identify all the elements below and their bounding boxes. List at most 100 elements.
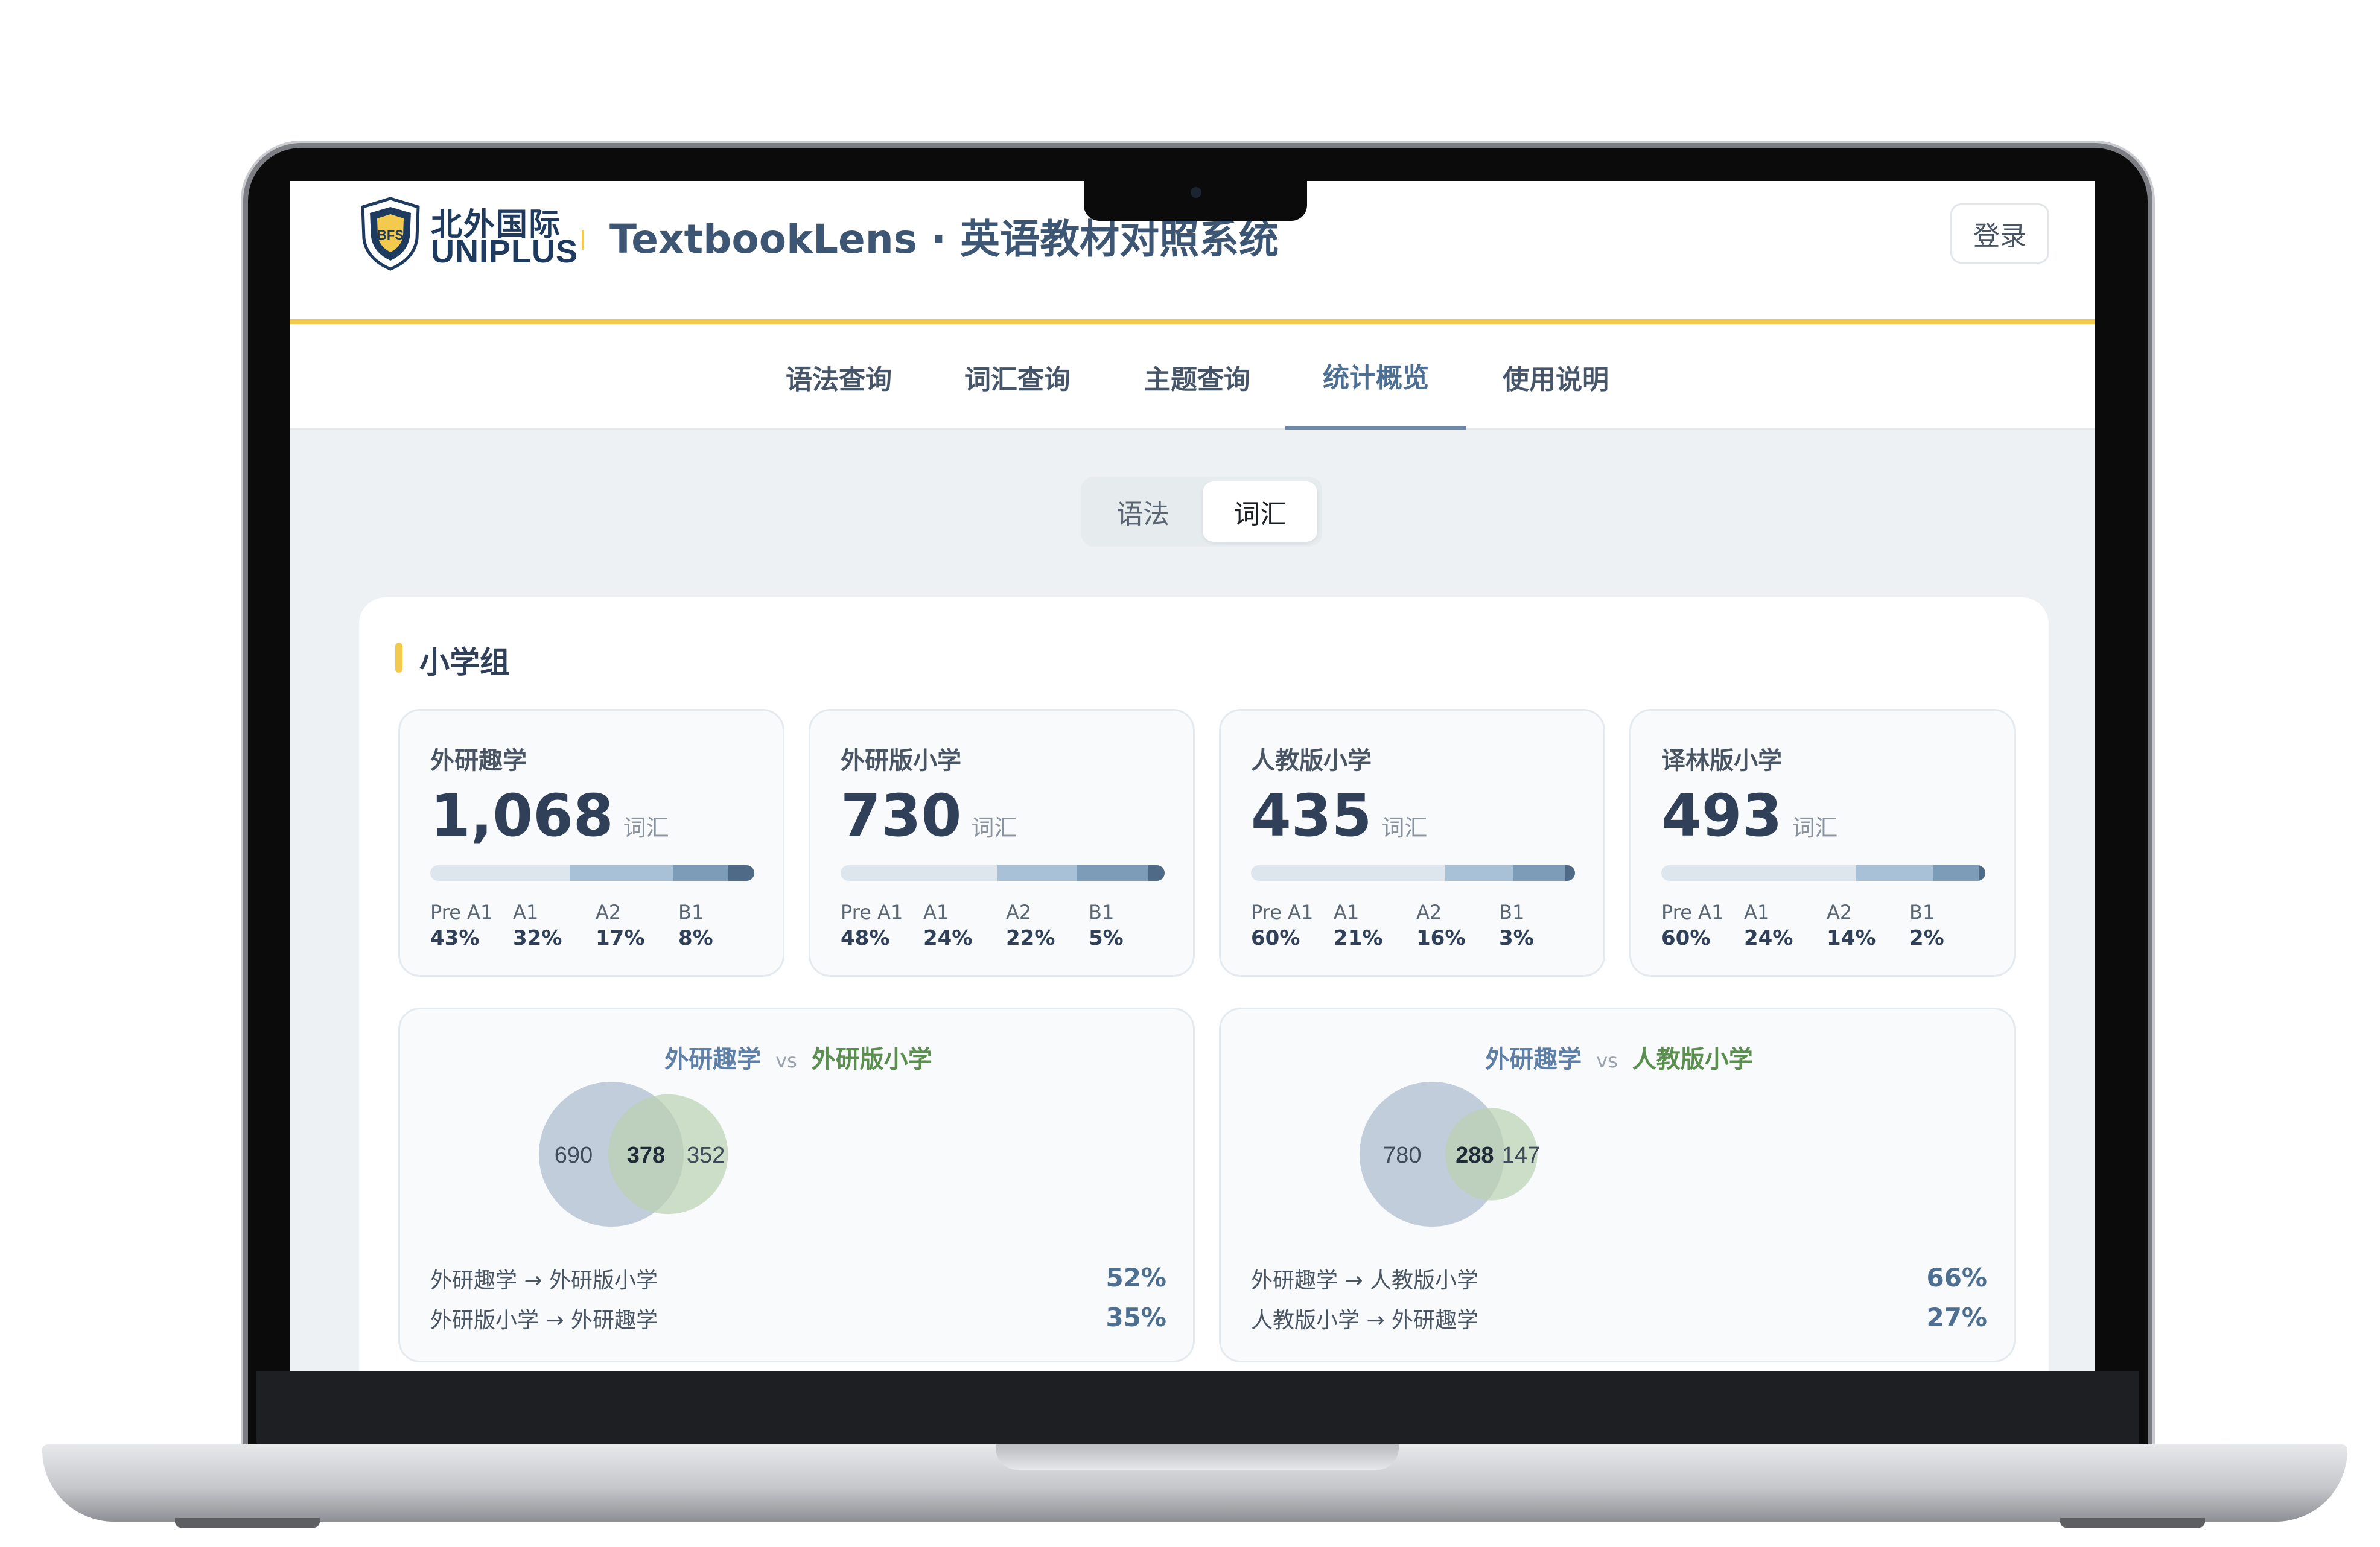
section-title: 小学组: [419, 645, 510, 680]
toggle-vocabulary[interactable]: 词汇: [1203, 481, 1317, 542]
level-segment: [998, 865, 1077, 881]
comparison-book-b: 人教版小学: [1632, 1046, 1753, 1073]
level-segment: [841, 865, 998, 881]
level-percent: 48%: [841, 926, 890, 950]
vocab-count: 493 词汇: [1661, 782, 1838, 850]
level-legend: Pre A1 43% A1 32% A2 17% B1 8%: [430, 901, 761, 950]
overlap-comparison-card: 外研趣学 vs 人教版小学 780 288 147 外研趣学 → 人教版小学 66% 人…: [1219, 1008, 2016, 1362]
vocab-count: 730 词汇: [841, 782, 1017, 850]
comparison-vs: vs: [775, 1049, 797, 1072]
level-label: Pre A1: [1251, 901, 1314, 924]
level-percent: 8%: [678, 926, 713, 950]
laptop-bezel: [256, 1371, 2139, 1449]
level-segment: [1148, 865, 1165, 881]
textbook-name: 外研趣学: [430, 747, 527, 775]
level-distribution-bar: [1251, 865, 1575, 881]
level-percent: 24%: [923, 926, 973, 950]
level-segment: [728, 865, 754, 881]
level-label: A1: [513, 901, 539, 924]
level-legend: Pre A1 60% A1 21% A2 16% B1 3%: [1251, 901, 1582, 950]
coverage-percent: 52%: [1106, 1263, 1166, 1292]
vocab-count: 1,068 词汇: [430, 782, 669, 850]
level-label: Pre A1: [430, 901, 493, 924]
level-label: B1: [678, 901, 704, 924]
level-percent: 24%: [1744, 926, 1793, 950]
tab-user-guide[interactable]: 使用说明: [1465, 324, 1646, 430]
coverage-row: 外研趣学 → 人教版小学 66%: [1251, 1263, 1987, 1294]
level-percent: 5%: [1089, 926, 1124, 950]
tab-grammar-query[interactable]: 语法查询: [748, 324, 929, 430]
vocab-unit: 词汇: [1381, 815, 1428, 841]
level-segment: [1933, 865, 1979, 881]
textbook-stat-card: 人教版小学 435 词汇 Pre A1 60% A1 21% A2 16% B1 3%: [1219, 709, 1605, 977]
comparison-title: 外研趣学 vs 外研版小学: [400, 1040, 1197, 1075]
tab-statistics-overview[interactable]: 统计概览: [1285, 324, 1466, 430]
textbook-name: 人教版小学: [1251, 747, 1372, 775]
level-distribution-bar: [841, 865, 1165, 881]
comparison-title: 外研趣学 vs 人教版小学: [1221, 1040, 2017, 1075]
venn-only-a-count: 690: [555, 1143, 593, 1168]
level-label: A1: [923, 901, 949, 924]
toggle-grammar[interactable]: 语法: [1086, 481, 1200, 542]
level-distribution-bar: [430, 865, 754, 881]
level-label: A2: [596, 901, 622, 924]
level-segment: [1513, 865, 1565, 881]
coverage-percent: 66%: [1926, 1263, 1987, 1292]
level-label: Pre A1: [841, 901, 903, 924]
level-percent: 16%: [1416, 926, 1466, 950]
coverage-row: 外研趣学 → 外研版小学 52%: [430, 1263, 1166, 1294]
comparison-book-a: 外研趣学: [1485, 1046, 1582, 1073]
comparison-vs: vs: [1596, 1049, 1618, 1072]
section-accent-bar: [395, 643, 402, 673]
level-segment: [1979, 865, 1985, 881]
level-percent: 60%: [1251, 926, 1300, 950]
coverage-row: 外研版小学 → 外研趣学 35%: [430, 1303, 1166, 1334]
comparison-book-b: 外研版小学: [811, 1046, 932, 1073]
coverage-row: 人教版小学 → 外研趣学 27%: [1251, 1303, 1987, 1334]
level-percent: 22%: [1006, 926, 1055, 950]
venn-shared-count: 378: [627, 1143, 665, 1168]
coverage-label: 外研版小学 → 外研趣学: [430, 1308, 658, 1333]
level-label: B1: [1499, 901, 1525, 924]
laptop-notch: [1084, 180, 1307, 221]
grammar-vocab-toggle: 语法 词汇: [1081, 477, 1322, 547]
coverage-label: 外研趣学 → 人教版小学: [1251, 1268, 1479, 1293]
textbook-stat-card: 译林版小学 493 词汇 Pre A1 60% A1 24% A2 14% B1 2%: [1629, 709, 2016, 977]
login-button[interactable]: 登录: [1950, 203, 2049, 264]
level-segment: [1661, 865, 1856, 881]
comparison-book-a: 外研趣学: [664, 1046, 762, 1073]
level-distribution-bar: [1661, 865, 1985, 881]
level-segment: [1076, 865, 1148, 881]
level-label: A1: [1334, 901, 1360, 924]
venn-shared-count: 288: [1456, 1143, 1494, 1168]
level-legend: Pre A1 60% A1 24% A2 14% B1 2%: [1661, 901, 1992, 950]
level-percent: 3%: [1499, 926, 1534, 950]
laptop-foot-right: [2060, 1518, 2205, 1528]
tab-topic-query[interactable]: 主题查询: [1107, 324, 1288, 430]
level-segment: [430, 865, 570, 881]
laptop-foot-left: [175, 1518, 320, 1528]
venn-diagram: 690 378 352: [539, 1082, 728, 1227]
venn-only-a-count: 780: [1383, 1143, 1421, 1168]
coverage-percent: 27%: [1926, 1303, 1987, 1332]
textbook-stat-card: 外研趣学 1,068 词汇 Pre A1 43% A1 32% A2 17% B1 8%: [398, 709, 784, 977]
textbook-name: 译林版小学: [1661, 747, 1782, 775]
level-label: B1: [1089, 901, 1115, 924]
level-label: B1: [1909, 901, 1935, 924]
level-percent: 32%: [513, 926, 562, 950]
level-label: A2: [1416, 901, 1442, 924]
tab-vocabulary-query[interactable]: 词汇查询: [927, 324, 1108, 430]
venn-only-b-count: 352: [687, 1143, 725, 1168]
level-percent: 17%: [596, 926, 645, 950]
level-percent: 2%: [1909, 926, 1944, 950]
level-label: Pre A1: [1661, 901, 1724, 924]
venn-diagram: 780 288 147: [1360, 1082, 1540, 1227]
coverage-label: 外研趣学 → 外研版小学: [430, 1268, 658, 1293]
level-label: A1: [1744, 901, 1770, 924]
coverage-label: 人教版小学 → 外研趣学: [1251, 1308, 1479, 1333]
app-screen: BFS 北外国际 UNIPLUS TextbookLens · 英语教材对照系统…: [290, 181, 2095, 1371]
level-percent: 14%: [1827, 926, 1876, 950]
level-segment: [569, 865, 673, 881]
level-segment: [673, 865, 729, 881]
logo-divider: [582, 230, 584, 250]
